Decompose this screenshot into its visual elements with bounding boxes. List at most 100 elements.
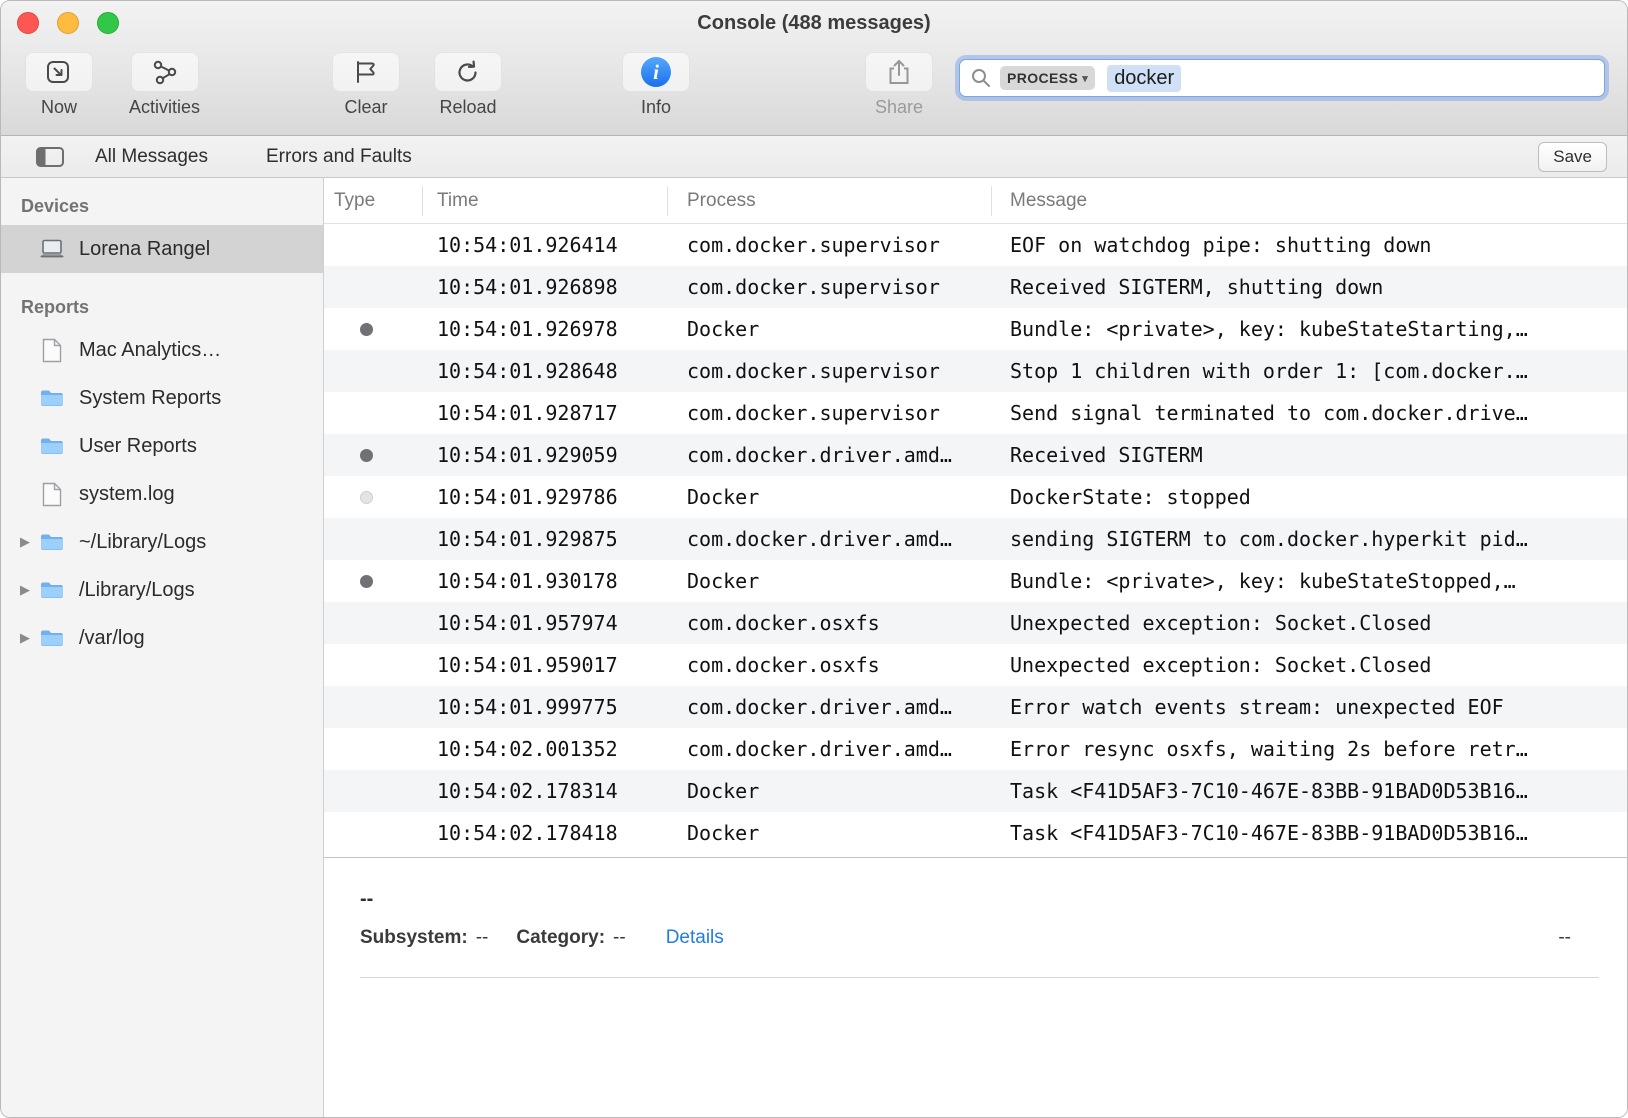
sidebar-item-label: System Reports xyxy=(79,387,221,410)
info-icon[interactable]: i xyxy=(622,52,690,92)
time-cell: 10:54:01.926414 xyxy=(423,233,668,257)
sidebar-item-system-reports[interactable]: System Reports xyxy=(1,374,323,422)
type-cell xyxy=(324,491,423,504)
sidebar-item-label: User Reports xyxy=(79,435,197,458)
reload-button[interactable]: Reload xyxy=(434,52,502,118)
share-icon[interactable] xyxy=(865,52,933,92)
time-cell: 10:54:01.999775 xyxy=(423,695,668,719)
log-row[interactable]: 10:54:01.929786DockerDockerState: stoppe… xyxy=(324,476,1627,518)
folder-icon xyxy=(37,532,67,552)
type-cell xyxy=(324,575,423,588)
reload-button-label: Reload xyxy=(439,97,496,118)
zoom-button[interactable] xyxy=(97,12,119,34)
info-button-label: Info xyxy=(641,97,671,118)
log-row[interactable]: 10:54:01.959017com.docker.osxfsUnexpecte… xyxy=(324,644,1627,686)
time-cell: 10:54:01.929059 xyxy=(423,443,668,467)
sidebar-item-system-log[interactable]: system.log xyxy=(1,470,323,518)
sidebar-item-mac-analytics[interactable]: Mac Analytics… xyxy=(1,326,323,374)
search-icon xyxy=(970,67,992,89)
message-cell: Stop 1 children with order 1: [com.docke… xyxy=(992,359,1627,383)
clear-button-label: Clear xyxy=(345,97,388,118)
sidebar-item-lorena-rangel[interactable]: Lorena Rangel xyxy=(1,225,323,273)
tab-errors-and-faults[interactable]: Errors and Faults xyxy=(266,146,412,168)
filter-bar: All Messages Errors and Faults Save xyxy=(1,136,1627,178)
log-row[interactable]: 10:54:02.178418DockerTask <F41D5AF3-7C10… xyxy=(324,812,1627,854)
now-button-label: Now xyxy=(41,97,77,118)
titlebar: Console (488 messages) xyxy=(1,1,1627,45)
message-cell: Unexpected exception: Socket.Closed xyxy=(992,611,1627,635)
sidebar-item-label: /Library/Logs xyxy=(79,579,195,602)
log-row[interactable]: 10:54:01.929875com.docker.driver.amd…sen… xyxy=(324,518,1627,560)
detail-divider xyxy=(360,977,1599,978)
time-cell: 10:54:02.001352 xyxy=(423,737,668,761)
log-row[interactable]: 10:54:01.930178DockerBundle: <private>, … xyxy=(324,560,1627,602)
log-row[interactable]: 10:54:01.926414com.docker.supervisorEOF … xyxy=(324,224,1627,266)
message-cell: Unexpected exception: Socket.Closed xyxy=(992,653,1627,677)
time-cell: 10:54:02.178418 xyxy=(423,821,668,845)
sidebar-item-label: Lorena Rangel xyxy=(79,238,210,261)
tab-all-messages[interactable]: All Messages xyxy=(95,146,208,168)
console-window: Console (488 messages) Now Activities Cl… xyxy=(0,0,1628,1118)
log-table-body: 10:54:01.926414com.docker.supervisorEOF … xyxy=(324,224,1627,854)
time-cell: 10:54:01.929786 xyxy=(423,485,668,509)
column-header-type[interactable]: Type xyxy=(324,186,423,216)
share-button-label: Share xyxy=(875,97,923,118)
log-row[interactable]: 10:54:01.928648com.docker.supervisorStop… xyxy=(324,350,1627,392)
log-row[interactable]: 10:54:02.001352com.docker.driver.amd…Err… xyxy=(324,728,1627,770)
process-cell: Docker xyxy=(668,821,992,845)
log-row[interactable]: 10:54:01.926978DockerBundle: <private>, … xyxy=(324,308,1627,350)
sidebar: Devices Lorena Rangel ReportsMac Analytics… xyxy=(1,178,324,1117)
close-button[interactable] xyxy=(17,12,39,34)
category-label: Category: xyxy=(516,927,605,949)
process-cell: Docker xyxy=(668,317,992,341)
column-header-time[interactable]: Time xyxy=(423,186,668,216)
log-row[interactable]: 10:54:01.999775com.docker.driver.amd…Err… xyxy=(324,686,1627,728)
sidebar-toggle-icon[interactable] xyxy=(35,146,65,168)
time-cell: 10:54:01.959017 xyxy=(423,653,668,677)
search-field[interactable]: PROCESS ▾ docker xyxy=(959,59,1605,97)
log-row[interactable]: 10:54:01.926898com.docker.supervisorRece… xyxy=(324,266,1627,308)
disclosure-triangle-icon[interactable]: ▶ xyxy=(13,534,37,550)
message-cell: EOF on watchdog pipe: shutting down xyxy=(992,233,1627,257)
info-button[interactable]: i Info xyxy=(622,52,690,118)
activities-icon[interactable] xyxy=(131,52,199,92)
sidebar-item-library-logs[interactable]: ▶ /Library/Logs xyxy=(1,566,323,614)
column-header-process[interactable]: Process xyxy=(668,186,992,216)
folder-icon xyxy=(37,436,67,456)
clear-icon[interactable] xyxy=(332,52,400,92)
reload-icon[interactable] xyxy=(434,52,502,92)
message-cell: Task <F41D5AF3-7C10-467E-83BB-91BAD0D53B… xyxy=(992,821,1627,845)
subsystem-value: -- xyxy=(476,927,489,949)
now-icon[interactable] xyxy=(25,52,93,92)
window-title: Console (488 messages) xyxy=(697,12,930,35)
now-button[interactable]: Now xyxy=(25,52,93,118)
log-row[interactable]: 10:54:01.929059com.docker.driver.amd…Rec… xyxy=(324,434,1627,476)
share-button[interactable]: Share xyxy=(865,52,933,118)
sidebar-item-var-log[interactable]: ▶/var/log xyxy=(1,614,323,662)
column-header-message[interactable]: Message xyxy=(992,186,1627,216)
message-cell: Error watch events stream: unexpected EO… xyxy=(992,695,1627,719)
process-cell: com.docker.driver.amd… xyxy=(668,737,992,761)
disclosure-triangle-icon[interactable]: ▶ xyxy=(13,630,37,646)
search-input[interactable]: docker xyxy=(1107,65,1181,92)
message-cell: Task <F41D5AF3-7C10-467E-83BB-91BAD0D53B… xyxy=(992,779,1627,803)
clear-button[interactable]: Clear xyxy=(332,52,400,118)
sidebar-section-title-reports: Reports xyxy=(1,291,323,326)
sidebar-item-user-reports[interactable]: User Reports xyxy=(1,422,323,470)
search-filter-token[interactable]: PROCESS ▾ xyxy=(1000,66,1095,90)
log-row[interactable]: 10:54:01.928717com.docker.supervisorSend… xyxy=(324,392,1627,434)
minimize-button[interactable] xyxy=(57,12,79,34)
time-cell: 10:54:01.926978 xyxy=(423,317,668,341)
log-row[interactable]: 10:54:02.178314DockerTask <F41D5AF3-7C10… xyxy=(324,770,1627,812)
message-cell: Received SIGTERM xyxy=(992,443,1627,467)
log-row[interactable]: 10:54:01.957974com.docker.osxfsUnexpecte… xyxy=(324,602,1627,644)
sidebar-section-title-devices: Devices xyxy=(1,190,323,225)
save-button[interactable]: Save xyxy=(1538,142,1607,172)
sidebar-item-library-logs[interactable]: ▶~/Library/Logs xyxy=(1,518,323,566)
disclosure-triangle-icon[interactable]: ▶ xyxy=(13,582,37,598)
message-cell: Received SIGTERM, shutting down xyxy=(992,275,1627,299)
log-level-dot-dark xyxy=(360,449,373,462)
activities-button[interactable]: Activities xyxy=(129,52,200,118)
details-link[interactable]: Details xyxy=(666,927,724,949)
log-level-dot-dark xyxy=(360,323,373,336)
